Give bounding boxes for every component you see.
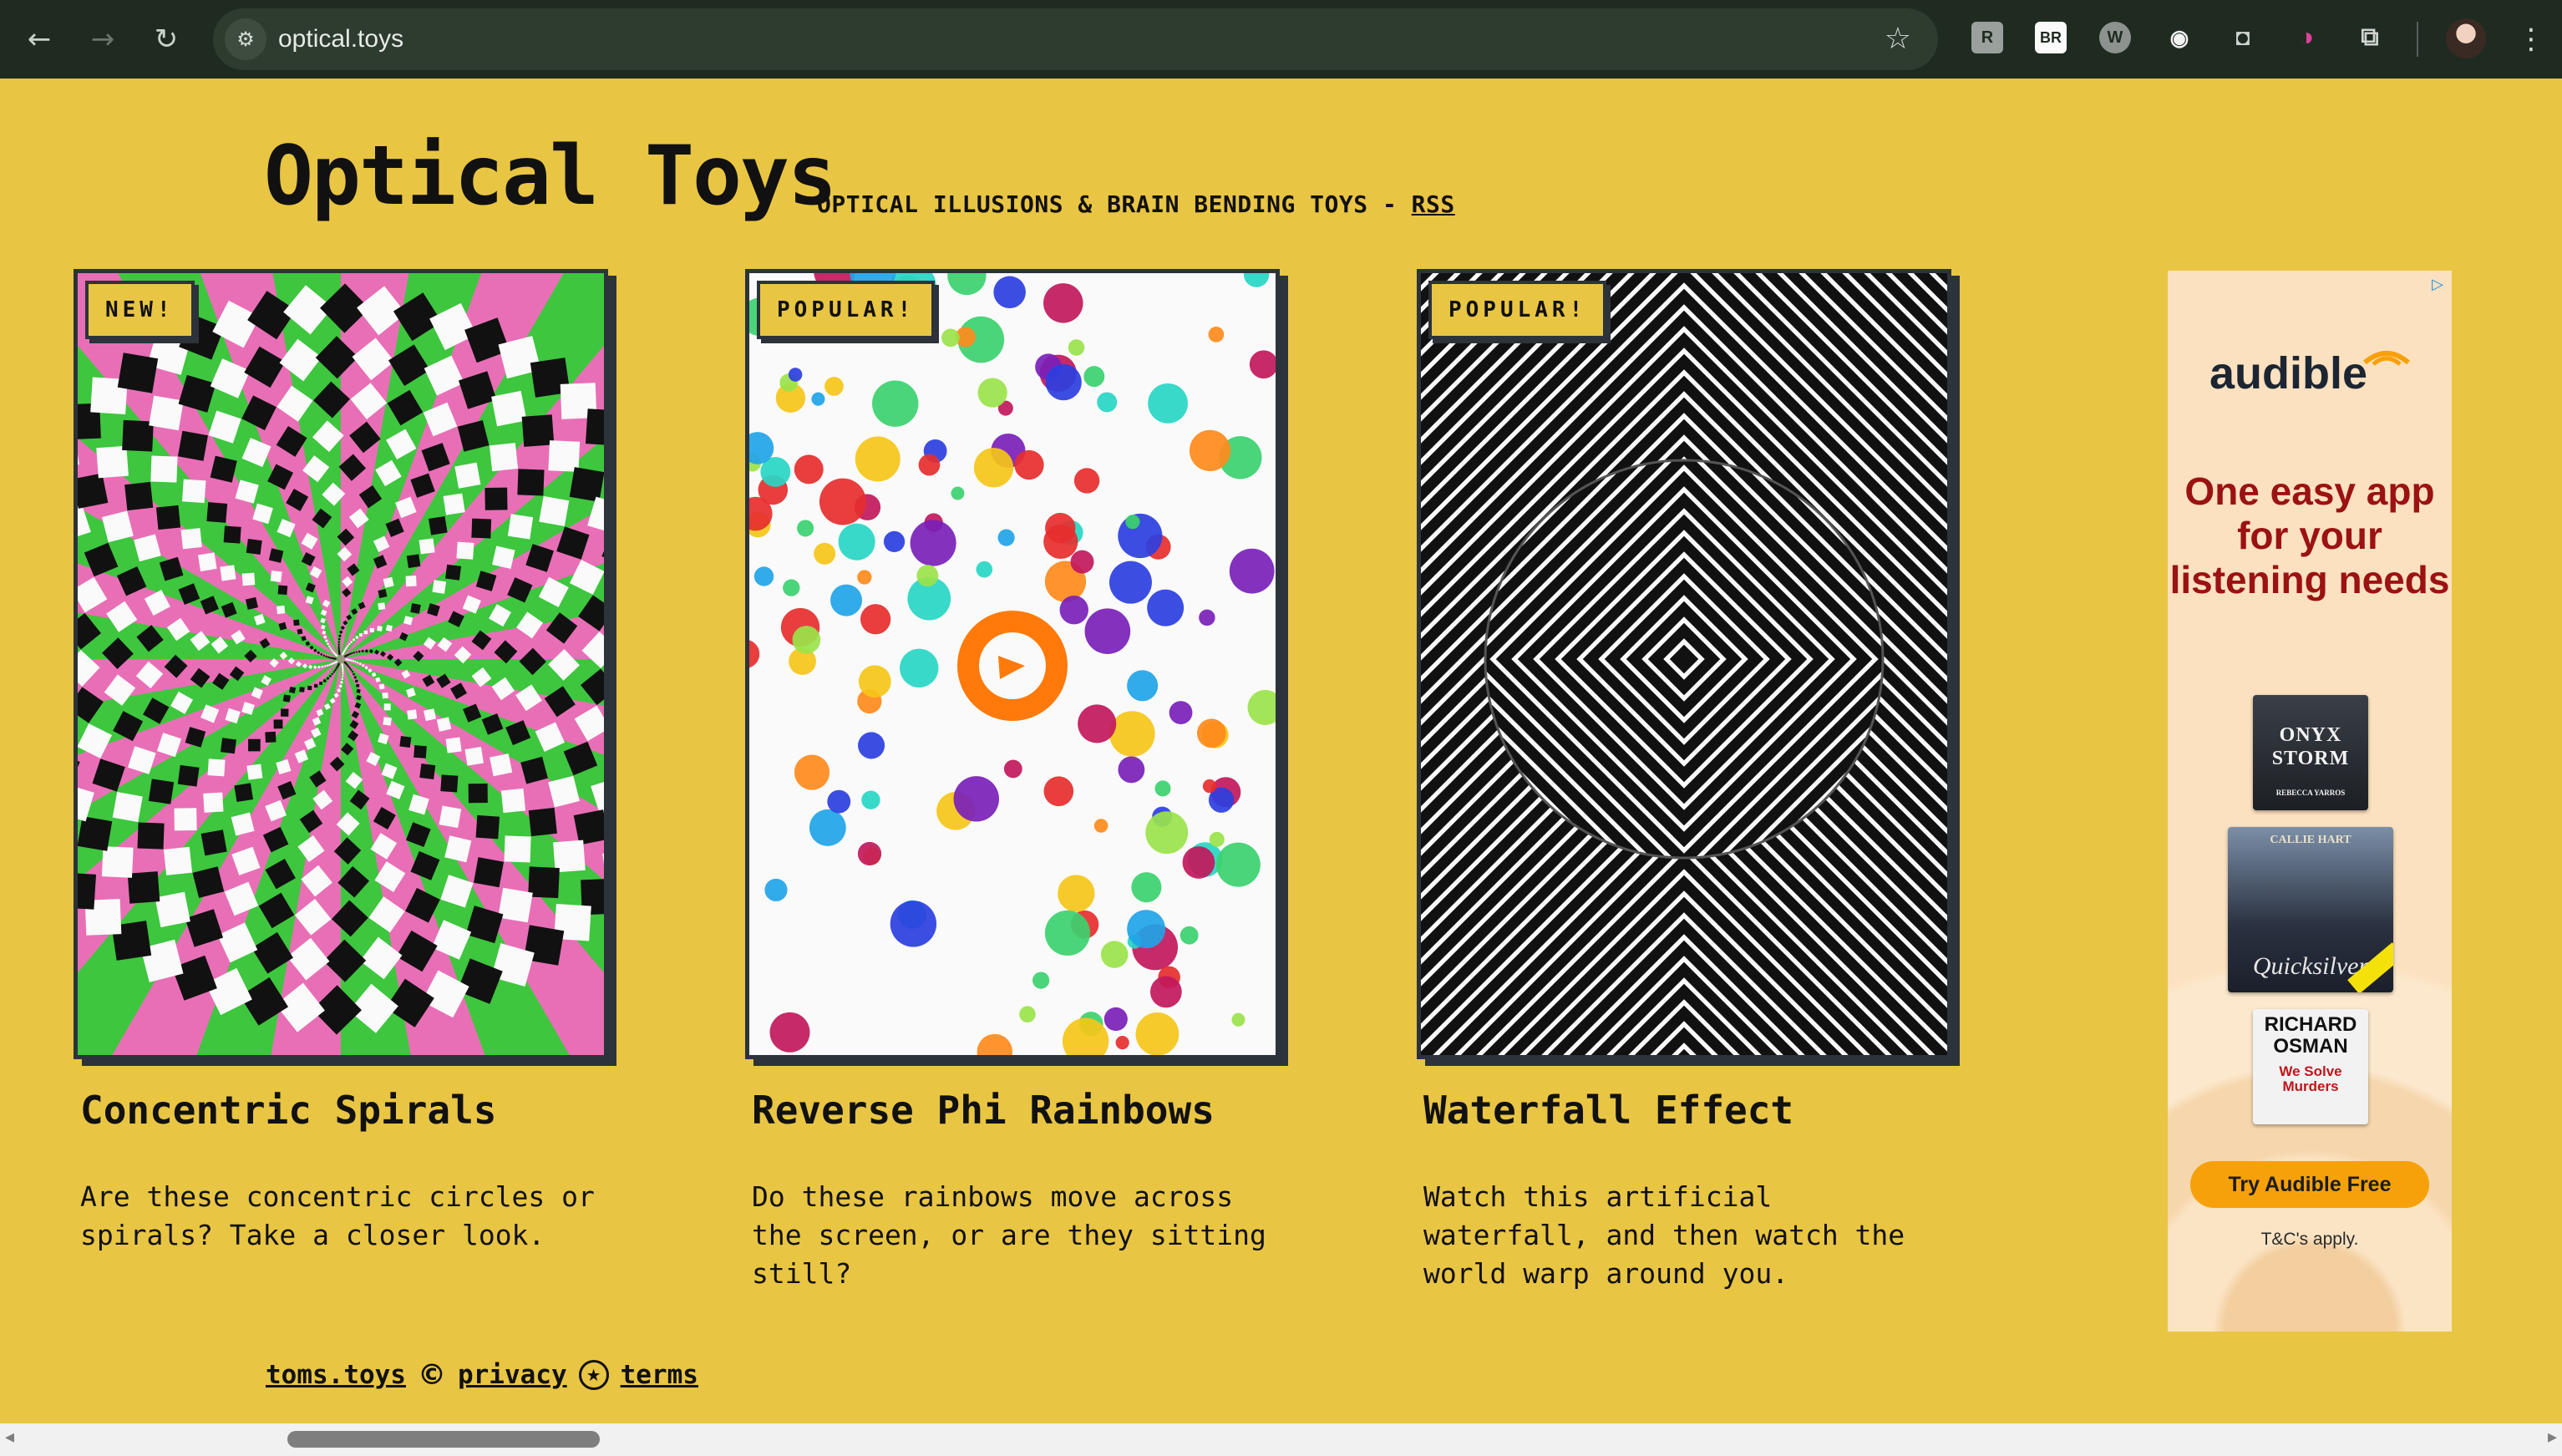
try-audible-button[interactable]: Try Audible Free [2190,1161,2429,1208]
horizontal-scrollbar[interactable]: ◂ ▸ [0,1423,2562,1456]
card-title[interactable]: Reverse Phi Rainbows [752,1088,1215,1133]
privacy-link[interactable]: privacy [458,1360,567,1390]
color-picker-icon[interactable]: ◑ [2291,22,2322,53]
profile-avatar[interactable] [2446,18,2486,58]
copyright-icon: © [417,1358,446,1392]
audible-waves-icon [2363,351,2410,366]
card-description: Watch this artificial waterfall, and the… [1423,1180,1905,1290]
puzzle-icon[interactable]: ⧉ [2354,22,2386,53]
url-text[interactable]: optical.toys [278,8,403,70]
site-info-icon[interactable]: ⚙ [225,18,266,60]
footer: toms.toys © privacy ★ terms [266,1358,698,1392]
star-icon: ★ [578,1360,609,1390]
scroll-left-icon[interactable]: ◂ [5,1427,14,1448]
book-cover-quicksilver: CALLIE HART Quicksilver [2228,827,2393,992]
readwise-icon[interactable]: R [1971,22,2003,53]
book-author: RICHARD OSMAN [2264,1013,2357,1058]
popular-badge: POPULAR! [757,281,936,339]
card-title[interactable]: Waterfall Effect [1423,1088,1793,1133]
camera-icon[interactable]: ◘ [2227,22,2259,53]
eye-icon[interactable]: ◉ [2164,22,2195,53]
audible-advertisement[interactable]: ▷ audible One easy app for your listenin… [2168,271,2452,1332]
new-badge: NEW! [85,281,195,339]
waterfall-illusion [1421,273,1947,1055]
rss-link[interactable]: RSS [1412,190,1455,218]
w-icon[interactable]: W [2099,22,2131,53]
scroll-right-icon[interactable]: ▸ [2548,1427,2557,1448]
concentric-spirals-thumbnail[interactable] [74,269,608,1059]
book-title: ONYX STORM [2271,724,2350,769]
adchoices-icon[interactable]: ▷ [2428,276,2447,294]
menu-dots-icon[interactable]: ⋮ [2514,18,2548,60]
toms-toys-link[interactable]: toms.toys [266,1360,406,1390]
reverse-phi-thumbnail[interactable] [745,269,1280,1059]
terms-link[interactable]: terms [621,1360,698,1390]
book-cover-we-solve-murders: RICHARD OSMAN We Solve Murders [2253,1009,2368,1124]
waterfall-thumbnail[interactable] [1417,269,1951,1059]
forward-arrow-icon[interactable]: → [82,18,124,60]
audible-logo: audible [2209,348,2368,398]
address-bar[interactable]: ⚙ optical.toys ☆ [213,8,1938,70]
reload-icon[interactable]: ↻ [145,18,187,60]
book-cover-onyx-storm: ONYX STORM REBECCA YARROS [2253,695,2368,810]
site-tagline: OPTICAL ILLUSIONS & BRAIN BENDING TOYS -… [817,190,1455,218]
br-icon[interactable]: BR [2035,22,2067,53]
site-title: Optical Toys [264,129,837,224]
concentric-spirals-illusion [78,273,604,1055]
ad-headline: One easy app for your listening needs [2169,469,2450,601]
book-author: REBECCA YARROS [2275,789,2346,797]
toolbar-divider [2417,22,2418,57]
card-description: Do these rainbows move across the screen… [752,1180,1266,1290]
ad-terms: T&C's apply. [2260,1230,2359,1249]
rainbow-dots-illusion [749,273,1276,1055]
card-description: Are these concentric circles or spirals?… [80,1180,595,1251]
tagline-text: OPTICAL ILLUSIONS & BRAIN BENDING TOYS - [817,190,1412,218]
card-title[interactable]: Concentric Spirals [80,1088,497,1133]
popular-badge: POPULAR! [1428,281,1607,339]
book-title: We Solve Murders [2279,1063,2342,1094]
back-arrow-icon[interactable]: ← [18,18,60,60]
book-author: CALLIE HART [2270,834,2351,846]
bookmark-star-icon[interactable]: ☆ [1885,8,1911,70]
browser-toolbar: ← → ↻ ⚙ optical.toys ☆ R BR W ◉ ◘ ◑ ⧉ ⋮ [0,0,2562,79]
scrollbar-thumb[interactable] [287,1431,600,1448]
